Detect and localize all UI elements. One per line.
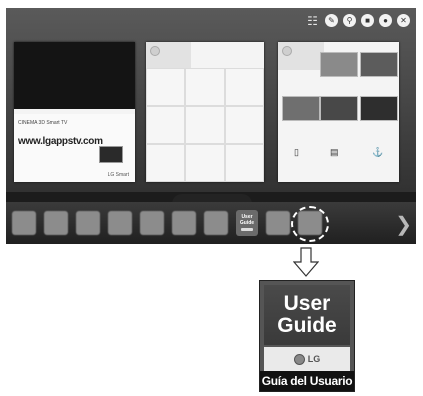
tv-home-screen: ☷ ✎ ⚲ ■ ● ✕ CINEMA 3D Smart TV www.lgapp… [6,8,416,244]
app-icon[interactable] [108,211,132,235]
premium-card[interactable] [146,42,264,182]
launcher-bar: User Guide [6,202,416,244]
user-guide-caption: Guía del Usuario [260,371,354,391]
tv-thumbnail-icon [99,146,123,163]
grid-tile[interactable] [146,144,186,182]
card-icon [282,46,292,56]
app-icon[interactable] [140,211,164,235]
app-icon[interactable] [44,211,68,235]
tv-icon[interactable]: ☷ [305,14,320,27]
app-icon[interactable] [172,211,196,235]
pencil-icon[interactable]: ✎ [325,14,338,27]
user-guide-title: User [283,292,331,315]
lg-logo-text: LG [307,354,321,364]
screen-icon[interactable]: ■ [361,14,374,27]
usb-icon[interactable]: ⚓ [372,147,383,158]
lg-badge-icon [241,227,253,231]
lg-logo-icon [293,353,305,365]
grid-tile[interactable] [224,144,264,182]
user-guide-detail-icon: User Guide LG Guía del Usuario [259,280,355,392]
lg-logo-text: LG Smart [107,172,129,178]
app-icon[interactable] [12,211,36,235]
premium-grid [146,68,264,182]
tagline: www.lgappstv.com [18,136,103,147]
app-icon[interactable] [266,211,290,235]
live-tv-preview[interactable] [14,42,135,109]
app-icon[interactable] [76,211,100,235]
brand-text: CINEMA 3D Smart TV [18,120,68,126]
user-guide-label: Guide [239,219,255,226]
photo-thumbnail[interactable] [360,52,398,77]
media-card[interactable]: ▯ ▤ ⚓ [278,42,399,182]
user-guide-title: Guide [277,314,337,337]
phone-icon[interactable]: ▯ [294,147,299,158]
search-icon[interactable]: ⚲ [343,14,356,27]
photo-thumbnail[interactable] [320,52,358,77]
photo-thumbnail[interactable] [282,96,320,121]
grid-tile[interactable] [185,106,225,144]
highlight-ring [291,206,329,242]
user-icon[interactable]: ● [379,14,392,27]
grid-tile[interactable] [185,68,225,106]
pc-icon[interactable]: ▤ [330,147,339,158]
card-icon [150,46,160,56]
down-arrow-icon [293,247,319,277]
smart-tv-banner: CINEMA 3D Smart TV www.lgappstv.com LG S… [14,114,135,182]
app-icon[interactable] [204,211,228,235]
photo-thumbnail[interactable] [360,96,398,121]
grid-tile[interactable] [224,68,264,106]
lg-logo-area: LG [264,347,350,371]
user-guide-title-area: User Guide [264,285,350,345]
grid-tile[interactable] [185,144,225,182]
close-icon[interactable]: ✕ [397,14,410,27]
user-guide-app-icon[interactable]: User Guide [236,210,258,236]
scroll-right-icon[interactable]: ❯ [395,212,412,237]
grid-tile[interactable] [146,106,186,144]
top-toolbar: ☷ ✎ ⚲ ■ ● ✕ [305,14,410,27]
grid-tile[interactable] [224,106,264,144]
grid-tile[interactable] [146,68,186,106]
live-tv-card[interactable]: CINEMA 3D Smart TV www.lgappstv.com LG S… [14,42,135,182]
photo-thumbnail[interactable] [320,96,358,121]
